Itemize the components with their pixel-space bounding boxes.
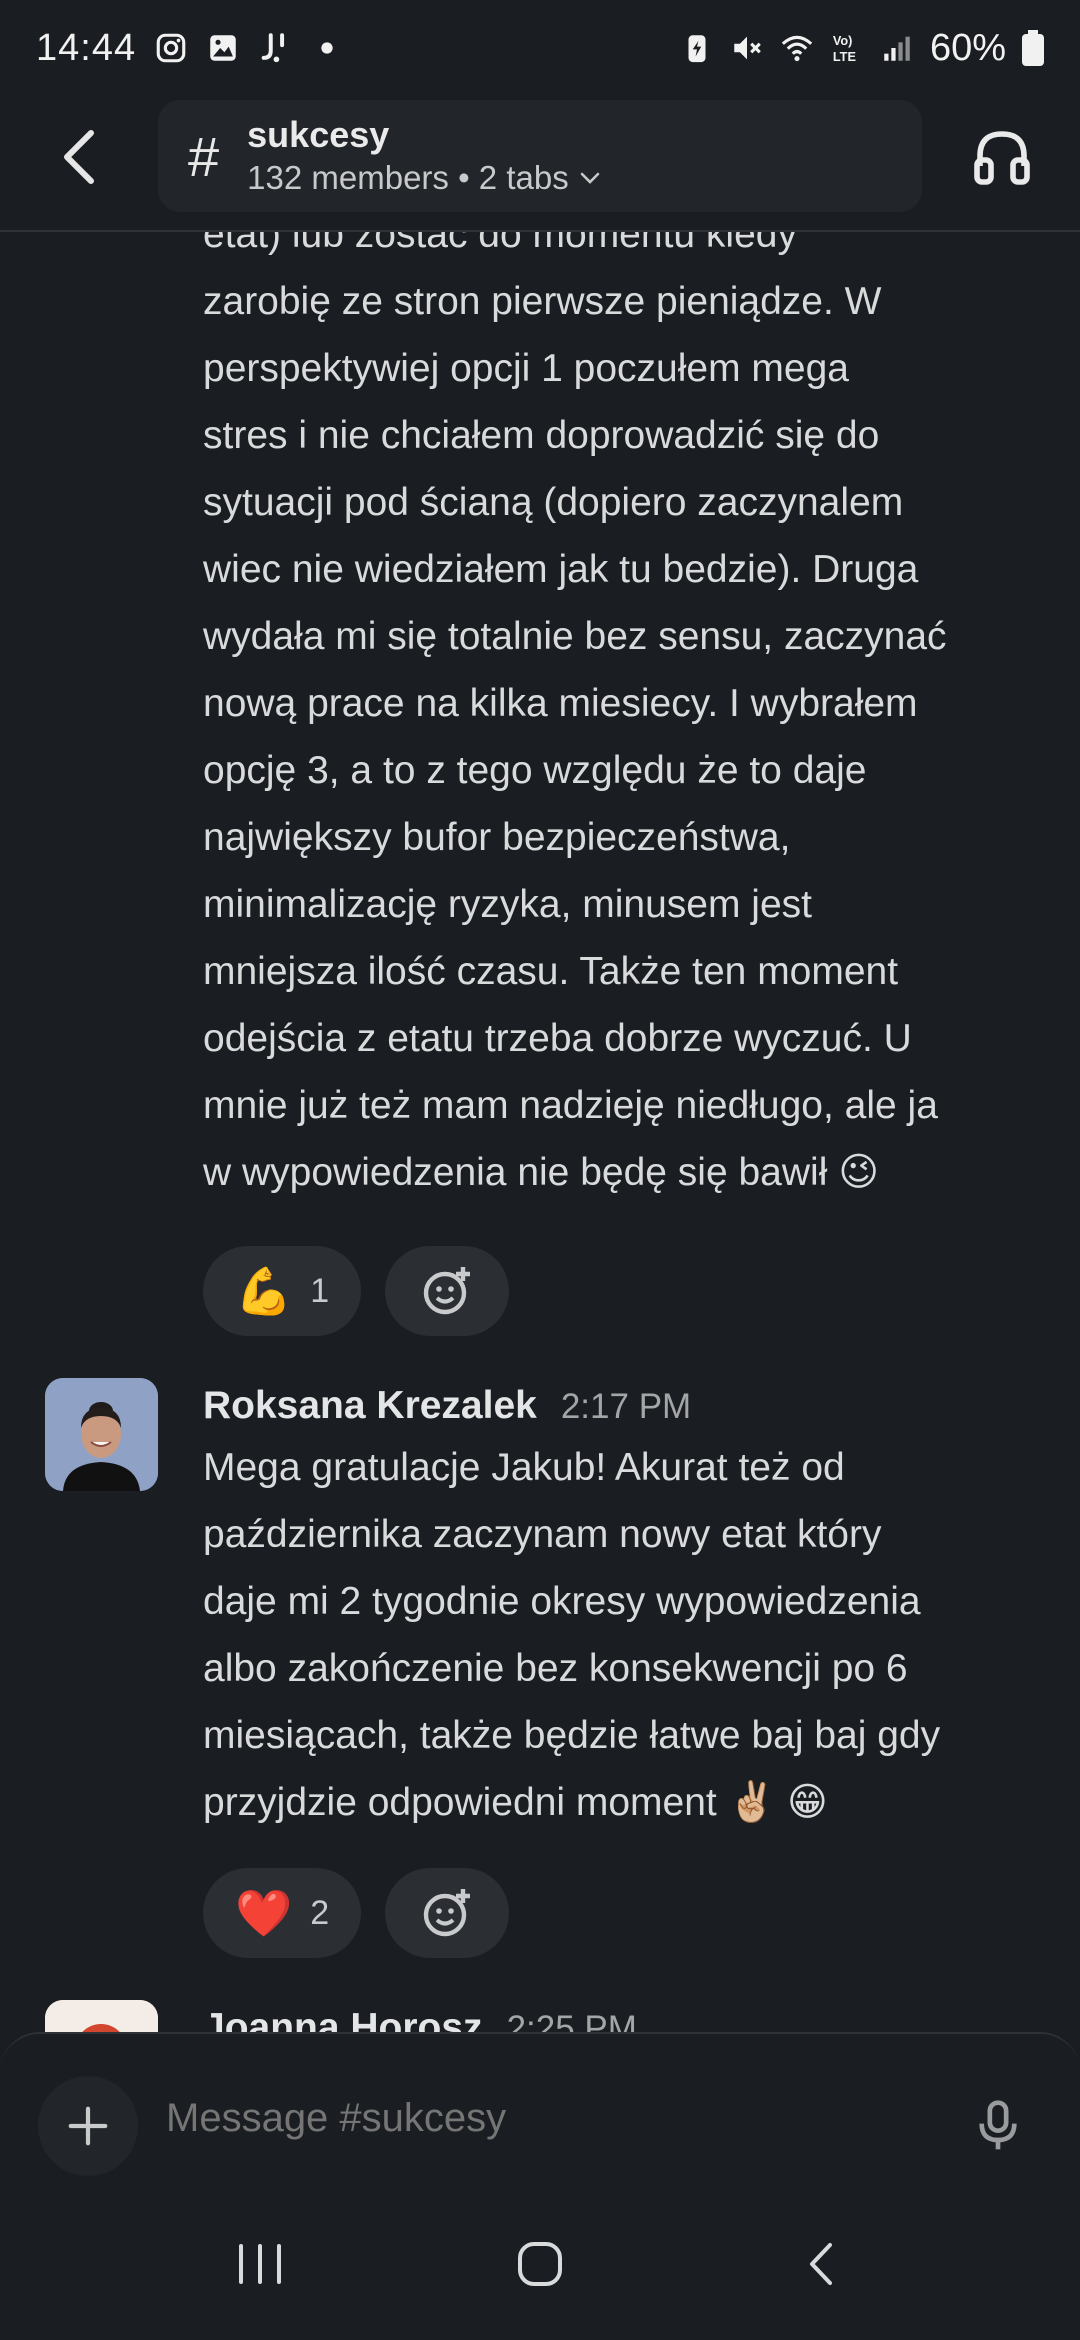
message-line: przyjdzie odpowiedni moment ✌🏼 😁 <box>203 1781 828 1824</box>
battery-percent: 60% <box>929 26 1006 69</box>
home-button[interactable] <box>490 2214 590 2314</box>
chevron-down-icon <box>580 172 600 184</box>
message-body: etat) lub zostać do momentu kiedy zarobi… <box>203 232 1053 1206</box>
battery-icon <box>1022 30 1044 66</box>
message-line: Mega gratulacje Jakub! Akurat też od <box>203 1446 845 1489</box>
notification-dot-icon <box>321 42 333 54</box>
message-line: minimalizację ryzyka, minusem jest <box>203 883 812 926</box>
channel-subtitle: 132 members • 2 tabs <box>247 157 603 199</box>
message-line: miesiącach, także będzie łatwe baj baj g… <box>203 1714 941 1757</box>
recent-apps-button[interactable] <box>210 2214 310 2314</box>
message-author[interactable]: Roksana Krezalek <box>203 1384 537 1428</box>
message-composer <box>0 2032 1080 2188</box>
message-body: Mega gratulacje Jakub! Akurat też od paź… <box>203 1434 1053 1836</box>
avatar[interactable] <box>45 1378 158 1491</box>
add-reaction-icon <box>424 1267 471 1315</box>
channel-header: # sukcesy 132 members • 2 tabs <box>0 96 1080 232</box>
message-line: opcję 3, a to z tego względu że to daje <box>203 749 867 792</box>
message-header: Joanna Horosz 2:25 PM <box>203 2006 637 2032</box>
message-input[interactable] <box>166 2096 926 2141</box>
mute-icon <box>734 36 761 60</box>
back-button[interactable] <box>44 122 114 192</box>
message-time: 2:17 PM <box>560 1387 692 1426</box>
message-line: stres i nie chciałem doprowadzić się do <box>203 414 880 457</box>
message-time: 2:25 PM <box>506 2009 637 2032</box>
channel-meta: 132 members • 2 tabs <box>247 159 569 196</box>
plus-icon <box>68 2106 108 2146</box>
message-line: etat) lub zostać do momentu kiedy <box>203 232 797 256</box>
message-line: sytuacji pod ścianą (dopiero zaczynalem <box>203 481 904 524</box>
attach-button[interactable] <box>38 2076 138 2176</box>
avatar-photo <box>45 1378 158 1491</box>
message-line: października zaczynam nowy etat który <box>203 1513 882 1556</box>
home-icon <box>518 2242 562 2286</box>
reaction-count: 2 <box>310 1893 330 1932</box>
message-line: w wypowiedzenia nie będę się bawił 😉 <box>203 1151 879 1194</box>
reaction-row: ❤️ 2 <box>203 1868 510 1958</box>
reaction-heart[interactable]: ❤️ 2 <box>203 1868 362 1958</box>
system-back-button[interactable] <box>770 2214 870 2314</box>
headphones-icon[interactable] <box>970 126 1034 190</box>
gallery-icon <box>210 35 236 61</box>
message-line: zarobię ze stron pierwsze pieniądze. W <box>203 280 882 323</box>
battery-saver-icon <box>688 35 706 63</box>
message-line: wydała mi się totalnie bez sensu, zaczyn… <box>203 615 947 658</box>
message-line: odejścia z etatu trzeba dobrze wyczuć. U <box>203 1017 912 1060</box>
chevron-left-icon <box>64 130 94 184</box>
status-bar: 14:44 Vo) LTE 60% <box>0 0 1080 96</box>
message-author[interactable]: Joanna Horosz <box>203 2006 483 2032</box>
add-reaction-button[interactable] <box>385 1868 510 1958</box>
add-reaction-icon <box>424 1889 471 1937</box>
svg-text:Vo): Vo) <box>833 33 853 48</box>
status-time: 14:44 <box>36 26 137 69</box>
message-line: nową prace na kilka miesiecy. I wybrałem <box>203 682 918 725</box>
svg-text:LTE: LTE <box>833 49 856 64</box>
microphone-icon[interactable] <box>970 2098 1026 2154</box>
message-line: największy bufor bezpieczeństwa, <box>203 816 791 859</box>
signal-icon <box>884 36 910 61</box>
back-arrow-icon <box>810 2243 832 2285</box>
channel-info-button[interactable]: # sukcesy 132 members • 2 tabs <box>158 100 922 212</box>
channel-name: sukcesy <box>247 114 390 155</box>
message-line: mnie już też mam nadzieję niedługo, ale … <box>203 1084 938 1127</box>
message-list[interactable]: etat) lub zostać do momentu kiedy zarobi… <box>0 232 1080 2032</box>
wifi-icon <box>781 35 813 62</box>
reaction-emoji: 💪 <box>235 1265 293 1317</box>
message-line: perspektywiej opcji 1 poczułem mega <box>203 347 849 390</box>
message-header: Roksana Krezalek 2:17 PM <box>203 1384 691 1428</box>
message-line: albo zakończenie bez konsekwencji po 6 <box>203 1647 908 1690</box>
voicemail-icon <box>261 33 285 63</box>
volte-icon: Vo)LTE <box>833 33 856 64</box>
recent-apps-icon <box>239 2244 281 2284</box>
reaction-row: 💪 1 <box>203 1246 510 1336</box>
message-line: wiec nie wiedziałem jak tu bedzie). Drug… <box>203 548 919 591</box>
reaction-count: 1 <box>310 1271 330 1310</box>
message-line: daje mi 2 tygodnie okresy wypowiedzenia <box>203 1580 921 1623</box>
instagram-icon <box>156 33 186 63</box>
slack-channel-screen: { "status_bar": { "time": "14:44", "batt… <box>0 0 1080 2340</box>
message-line: mniejsza ilość czasu. Także ten moment <box>203 950 899 993</box>
add-reaction-button[interactable] <box>385 1246 510 1336</box>
channel-hash-icon: # <box>188 124 220 188</box>
system-navigation-bar <box>0 2188 1080 2340</box>
avatar-photo <box>45 2000 158 2032</box>
reaction-flexed-biceps[interactable]: 💪 1 <box>203 1246 362 1336</box>
reaction-emoji: ❤️ <box>235 1887 293 1939</box>
avatar[interactable] <box>45 2000 158 2032</box>
